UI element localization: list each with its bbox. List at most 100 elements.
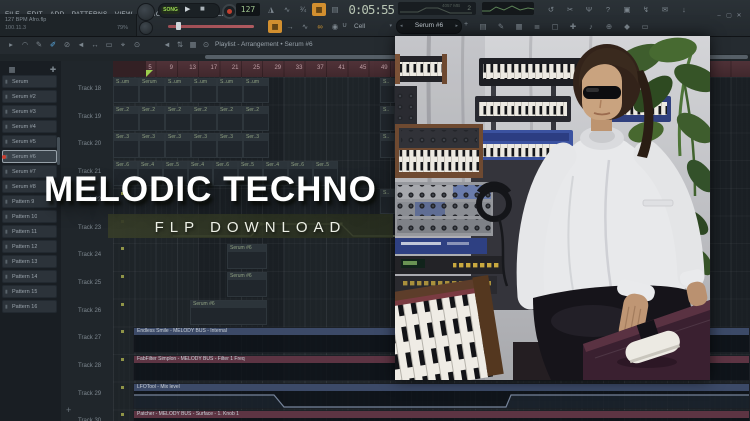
wait-input-icon[interactable]: ∿ xyxy=(280,3,294,16)
magnet-tool-icon[interactable]: ◠ xyxy=(18,38,32,51)
track-name[interactable]: Track 28 xyxy=(78,363,101,369)
picker-item-11[interactable]: ▮ Pattern 11 xyxy=(2,225,57,238)
pattern-clip[interactable]: S.. xyxy=(380,188,395,214)
automation-clip[interactable]: LFOTool - Mix level xyxy=(133,382,750,409)
piano-roll-icon[interactable]: ✎ xyxy=(494,20,508,33)
picker-item-10[interactable]: ▮ Pattern 10 xyxy=(2,210,57,223)
slip-tool-icon[interactable]: ↔ xyxy=(88,38,102,51)
picker-item-3[interactable]: ▮ Serum #3 xyxy=(2,105,57,118)
picker-item-15[interactable]: ▮ Pattern 15 xyxy=(2,285,57,298)
countdown-icon[interactable]: ¾ xyxy=(296,3,310,16)
grid-snap-icon[interactable]: ▦ xyxy=(186,38,200,51)
pattern-clip[interactable]: Serum xyxy=(139,78,165,103)
picker-scrollbar[interactable] xyxy=(57,137,60,165)
zoom-tool-icon[interactable]: ⊙ xyxy=(130,38,144,51)
pattern-clip[interactable]: S.. xyxy=(380,133,395,159)
pattern-clip[interactable]: Ser..3 xyxy=(113,133,139,159)
notification-bell-icon[interactable]: ◉ xyxy=(328,20,342,33)
typing-to-piano-icon[interactable]: ▦ xyxy=(312,3,326,16)
draw-tool-icon[interactable]: ▸ xyxy=(4,38,18,51)
zoom-icon[interactable]: ⊙ xyxy=(199,38,213,51)
track-name[interactable]: Track 23 xyxy=(78,225,101,231)
close-icon[interactable]: ✕ xyxy=(734,12,744,19)
speaker-icon[interactable]: ◄ xyxy=(160,38,174,51)
pattern-clip[interactable]: Ser..3 xyxy=(165,133,191,159)
pattern-selector[interactable]: ◂ Serum #6 ▸ xyxy=(396,19,462,34)
add-pattern-icon[interactable]: + xyxy=(464,21,468,28)
minimize-icon[interactable]: – xyxy=(714,13,724,19)
trash-icon[interactable]: ▭ xyxy=(638,20,652,33)
pencil-tool-icon[interactable]: ✎ xyxy=(32,38,46,51)
picker-item-2[interactable]: ▮ Serum #2 xyxy=(2,90,57,103)
master-pitch-knob[interactable] xyxy=(139,21,153,35)
track-name[interactable]: Track 24 xyxy=(78,252,101,258)
song-mode-toggle[interactable]: SONG xyxy=(161,6,180,14)
pattern-clip[interactable]: Ser..3 xyxy=(243,133,269,159)
picker-item-4[interactable]: ▮ Serum #4 xyxy=(2,120,57,133)
mute-tool-icon[interactable]: ◄ xyxy=(74,38,88,51)
tempo-tap-icon[interactable]: ⊕ xyxy=(602,20,616,33)
pattern-clip[interactable]: Ser..2 xyxy=(243,105,269,131)
touch-keyboard-icon[interactable]: ♪ xyxy=(584,20,598,33)
feedback-icon[interactable]: ✉ xyxy=(658,3,672,16)
pattern-clip[interactable]: Serum #6 xyxy=(227,244,267,270)
pattern-clip[interactable]: Ser..2 xyxy=(113,105,139,131)
typing-keyboard-icon[interactable]: ▦ xyxy=(268,20,282,33)
picker-item-6[interactable]: ▮ Serum #6 xyxy=(2,150,57,163)
pattern-clip[interactable]: Ser..3 xyxy=(217,133,243,159)
save-icon[interactable]: ▣ xyxy=(620,3,634,16)
tools-icon[interactable]: ◆ xyxy=(620,20,634,33)
add-track-button[interactable]: + xyxy=(66,405,71,415)
step-arrow-icon[interactable]: → xyxy=(283,20,297,33)
play-button[interactable]: ▶ xyxy=(185,5,190,13)
sync-icon[interactable]: ↯ xyxy=(639,3,653,16)
maximize-icon[interactable]: ▢ xyxy=(724,12,734,19)
midi-link-icon[interactable]: ∞ xyxy=(313,20,327,33)
cut-icon[interactable]: ✂ xyxy=(563,3,577,16)
mic-recording-icon[interactable]: Ψ xyxy=(582,3,596,16)
next-pattern-icon[interactable]: ▸ xyxy=(455,23,458,29)
channel-rack-icon[interactable]: ▦ xyxy=(512,20,526,33)
picker-item-5[interactable]: ▮ Serum #5 xyxy=(2,135,57,148)
paint-tool-icon[interactable]: ✐ xyxy=(46,38,60,51)
master-volume-knob[interactable] xyxy=(137,3,155,21)
pattern-clip[interactable]: Ser..3 xyxy=(191,133,217,159)
pattern-clip[interactable]: Ser..3 xyxy=(139,133,165,159)
browser-icon[interactable]: ▢ xyxy=(548,20,562,33)
pattern-clip[interactable]: Ser..2 xyxy=(165,105,191,131)
shuffle-slider[interactable] xyxy=(168,22,254,30)
slider-handle[interactable] xyxy=(176,22,181,30)
pattern-clip[interactable]: S..um xyxy=(217,78,243,103)
metronome-icon[interactable]: ◮ xyxy=(264,3,278,16)
record-button[interactable] xyxy=(222,4,237,19)
track-name[interactable]: Track 19 xyxy=(78,114,101,120)
picker-item-1[interactable]: ▮ Serum xyxy=(2,75,57,88)
snap-selector[interactable]: ∪ Cell ▾ xyxy=(342,20,394,33)
stop-button[interactable]: ■ xyxy=(200,4,205,13)
picker-item-12[interactable]: ▮ Pattern 12 xyxy=(2,240,57,253)
tempo-display[interactable]: 127 xyxy=(236,3,260,16)
select-tool-icon[interactable]: ▭ xyxy=(102,38,116,51)
pattern-clip[interactable]: S..um xyxy=(191,78,217,103)
mixer-icon[interactable]: ≣ xyxy=(530,20,544,33)
help-icon[interactable]: ? xyxy=(601,3,615,16)
download-icon[interactable]: ↓ xyxy=(677,3,691,16)
time-display[interactable]: 0:05:55 xyxy=(336,2,395,17)
track-name[interactable]: Track 26 xyxy=(78,308,101,314)
pattern-clip[interactable]: S..um xyxy=(113,78,139,103)
updown-icon[interactable]: ⇅ xyxy=(173,38,187,51)
pattern-clip[interactable]: Ser..2 xyxy=(139,105,165,131)
picker-item-13[interactable]: ▮ Pattern 13 xyxy=(2,255,57,268)
picker-item-14[interactable]: ▮ Pattern 14 xyxy=(2,270,57,283)
smoothing-icon[interactable]: ∿ xyxy=(298,20,312,33)
pattern-clip[interactable]: S.. xyxy=(380,105,395,131)
pattern-clip[interactable]: Ser..2 xyxy=(217,105,243,131)
undo-icon[interactable]: ↺ xyxy=(544,3,558,16)
pattern-clip[interactable]: S..um xyxy=(165,78,191,103)
track-name[interactable]: Track 18 xyxy=(78,86,101,92)
track-name[interactable]: Track 29 xyxy=(78,391,101,397)
slice-tool-icon[interactable]: ⌖ xyxy=(116,38,130,51)
pattern-clip[interactable]: S.. xyxy=(380,78,395,103)
track-name[interactable]: Track 20 xyxy=(78,141,101,147)
track-name[interactable]: Track 27 xyxy=(78,335,101,341)
